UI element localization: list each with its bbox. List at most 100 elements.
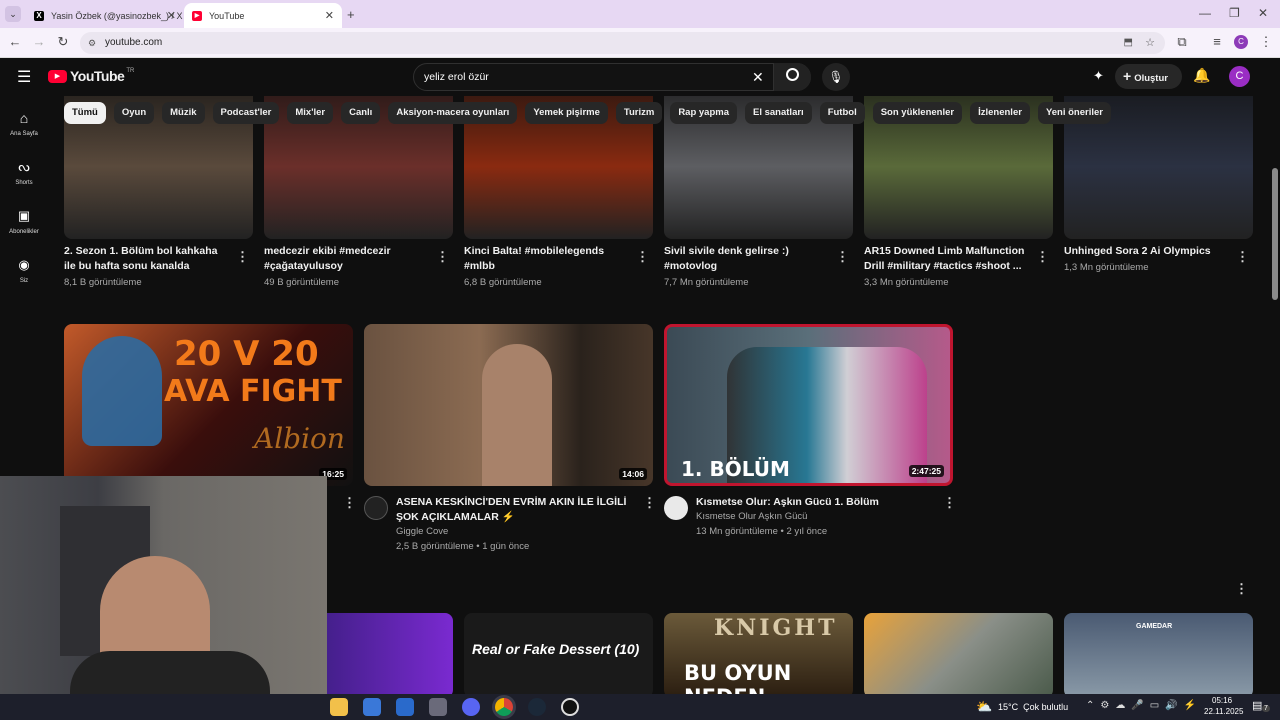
extensions-icon[interactable]: ⧉ (1174, 34, 1190, 50)
video-title[interactable]: Sivil sivile denk gelirse :) #motovlog (664, 244, 832, 274)
notifications-bell-icon[interactable]: 🔔 (1193, 67, 1210, 84)
sidebar-item-label: Shorts (15, 180, 33, 186)
close-tab-icon[interactable]: ✕ (325, 9, 334, 22)
clock-time[interactable]: 05:16 (1212, 696, 1232, 705)
steam-icon[interactable] (528, 698, 546, 716)
video-thumbnail[interactable]: Real or Fake Dessert (10) (464, 613, 653, 694)
voice-search-button[interactable]: 🎙 (822, 63, 850, 91)
more-options-icon[interactable]: ⋮ (343, 496, 356, 509)
restore-icon[interactable]: ❐ (1229, 6, 1240, 20)
file-explorer-icon[interactable] (330, 698, 348, 716)
filter-chip[interactable]: Müzik (162, 102, 205, 124)
sidebar-item-subscriptions[interactable]: ▣ Abonelikler (4, 208, 44, 235)
address-bar[interactable]: ⚙ youtube.com ⬒ ☆ (80, 32, 1165, 54)
bookmark-star-icon[interactable]: ☆ (1145, 32, 1155, 54)
more-options-icon[interactable]: ⋮ (836, 250, 849, 263)
youtube-logo[interactable]: ▶ YouTube TR (48, 68, 134, 84)
search-button[interactable] (773, 63, 811, 91)
close-tab-icon[interactable]: ✕ (167, 9, 176, 22)
video-title[interactable]: 2. Sezon 1. Bölüm bol kahkaha ile bu haf… (64, 244, 232, 274)
mail-icon[interactable] (396, 698, 414, 716)
store-icon[interactable] (363, 698, 381, 716)
tab-list-button[interactable]: ⌄ (5, 6, 21, 22)
sidebar-item-shorts[interactable]: ᔓ Shorts (4, 159, 44, 186)
new-tab-button[interactable]: + (347, 7, 355, 22)
filter-chip[interactable]: Canlı (341, 102, 381, 124)
subscriptions-icon: ▣ (17, 208, 31, 223)
filter-chip[interactable]: El sanatları (745, 102, 812, 124)
premium-gem-icon[interactable]: ✦ (1093, 68, 1104, 84)
filter-chip[interactable]: Yeni öneriler (1037, 102, 1111, 124)
system-tray-icons[interactable]: ⌃⚙☁🎤▭🔊⚡ (1086, 700, 1202, 711)
filter-chip[interactable]: Turizm (615, 102, 663, 124)
video-thumbnail[interactable]: 14:06 (364, 324, 653, 486)
more-options-icon[interactable]: ⋮ (436, 250, 449, 263)
app-icon[interactable] (429, 698, 447, 716)
channel-name[interactable]: Kısmetse Olur Aşkın Gücü (696, 510, 807, 524)
filter-chip[interactable]: Aksiyon-macera oyunları (388, 102, 518, 124)
channel-name[interactable]: Giggle Cove (396, 525, 448, 539)
filter-chip[interactable]: Mix'ler (287, 102, 334, 124)
chrome-icon[interactable] (495, 698, 513, 716)
video-meta: 6,8 B görüntüleme (464, 277, 542, 288)
video-thumbnail[interactable]: GAMEDAR (1064, 613, 1253, 694)
forward-icon[interactable]: → (31, 34, 47, 50)
account-avatar[interactable]: C (1229, 66, 1250, 87)
video-thumbnail[interactable]: 1. BÖLÜM 2:47:25 (664, 324, 953, 486)
reload-icon[interactable]: ↻ (55, 34, 71, 50)
filter-chip[interactable]: İzlenenler (970, 102, 1030, 124)
more-options-icon[interactable]: ⋮ (636, 250, 649, 263)
more-options-icon[interactable]: ⋮ (236, 250, 249, 263)
menu-icon[interactable]: ⋮ (1258, 34, 1274, 50)
clear-search-icon[interactable]: ✕ (752, 64, 764, 90)
notifications-icon[interactable]: ▤ (1252, 699, 1262, 712)
create-button[interactable]: + Oluştur (1115, 64, 1182, 89)
search-input[interactable]: yeliz erol özür ✕ (413, 63, 811, 91)
filter-chip[interactable]: Rap yapma (670, 102, 737, 124)
profile-avatar[interactable]: C (1234, 35, 1248, 49)
sidebar-item-home[interactable]: ⌂ Ana Sayfa (4, 110, 44, 137)
minimize-icon[interactable]: — (1199, 6, 1211, 20)
site-info-icon[interactable]: ⚙ (88, 32, 96, 54)
page-scrollbar[interactable] (1270, 58, 1280, 694)
more-options-icon[interactable]: ⋮ (1235, 582, 1248, 595)
video-title[interactable]: Kinci Balta! #mobilelegends #mlbb (464, 244, 632, 274)
webcam-overlay (0, 476, 327, 694)
video-thumbnail[interactable]: KNIGHT BU OYUN NEDEN (664, 613, 853, 694)
more-options-icon[interactable]: ⋮ (1236, 250, 1249, 263)
hamburger-menu-icon[interactable]: ☰ (17, 67, 31, 87)
video-thumbnail[interactable]: 20 V 20 AVA FIGHT Albion 16:25 (64, 324, 353, 486)
channel-avatar[interactable] (664, 496, 688, 520)
back-icon[interactable]: ← (7, 34, 23, 50)
tab-youtube[interactable]: ▶ YouTube ✕ (184, 3, 342, 28)
sidebar-item-you[interactable]: ◉ Siz (4, 257, 44, 284)
weather-icon[interactable]: ⛅ (976, 699, 992, 715)
close-window-icon[interactable]: ✕ (1258, 6, 1268, 20)
video-title[interactable]: Kısmetse Olur: Aşkın Gücü 1. Bölüm (696, 495, 941, 511)
clock-date[interactable]: 22.11.2025 (1204, 707, 1243, 716)
channel-avatar[interactable] (364, 496, 388, 520)
more-options-icon[interactable]: ⋮ (643, 496, 656, 509)
filter-chip[interactable]: Yemek pişirme (525, 102, 608, 124)
filter-chip[interactable]: Futbol (819, 102, 865, 124)
install-app-icon[interactable]: ⬒ (1124, 32, 1133, 54)
video-title[interactable]: AR15 Downed Limb Malfunction Drill #mili… (864, 244, 1032, 274)
video-thumbnail[interactable] (864, 613, 1053, 694)
weather-text[interactable]: 15°C Çok bulutlu (998, 702, 1068, 712)
more-options-icon[interactable]: ⋮ (1036, 250, 1049, 263)
more-options-icon[interactable]: ⋮ (943, 496, 956, 509)
scrollbar-thumb[interactable] (1272, 168, 1278, 300)
filter-chip[interactable]: Tümü (64, 102, 106, 124)
filter-chip[interactable]: Oyun (113, 102, 155, 124)
discord-icon[interactable] (462, 698, 480, 716)
media-control-icon[interactable]: ≡ (1209, 34, 1225, 50)
video-duration: 2:47:25 (908, 465, 944, 477)
video-title[interactable]: medcezir ekibi #medcezir #çağatayulusoy … (264, 244, 432, 274)
filter-chip[interactable]: Podcast'ler (212, 102, 280, 124)
filter-chip[interactable]: Son yüklenenler (872, 102, 963, 124)
video-meta: 13 Mn görüntüleme • 2 yıl önce (696, 526, 828, 537)
video-title[interactable]: ASENA KESKİNCİ'DEN EVRİM AKIN İLE İLGİLİ… (396, 495, 641, 525)
tab-x[interactable]: X Yasin Özbek (@yasinozbek_) / X ✕ (26, 3, 184, 28)
plus-icon: + (1123, 68, 1132, 84)
obs-icon[interactable] (561, 698, 579, 716)
